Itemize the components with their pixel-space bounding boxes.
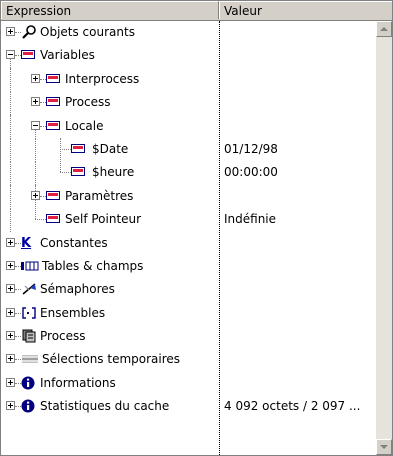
envelope-icon <box>46 189 62 203</box>
expand-icon[interactable] <box>6 331 15 341</box>
arrow-up-icon <box>380 27 388 31</box>
expand-icon[interactable] <box>31 97 40 107</box>
envelope-icon <box>21 48 37 62</box>
tree-item-process[interactable]: Process <box>1 91 375 116</box>
tree-item-label: Variables <box>40 48 95 63</box>
tree-item-value: 00:00:00 <box>224 165 278 180</box>
envelope-icon <box>46 95 62 109</box>
tree-item-label: Objets courants <box>40 25 135 39</box>
tree-item-label: Process <box>40 329 86 344</box>
tree-rows: Objets courants Variables Interprocess P… <box>1 21 375 419</box>
tree-item-label: $heure <box>92 165 135 180</box>
expand-icon[interactable] <box>6 377 15 387</box>
vertical-scrollbar[interactable] <box>376 21 392 455</box>
column-header: Expression Valeur <box>1 1 392 21</box>
tree-body: Objets courants Variables Interprocess P… <box>1 21 392 455</box>
tree-item-variables[interactable]: Variables <box>1 44 375 69</box>
expand-icon[interactable] <box>6 354 15 364</box>
tree-item-label: Sélections temporaires <box>42 352 181 367</box>
tree-item-label: Paramètres <box>65 188 134 203</box>
tree-item-value: 01/12/98 <box>224 141 278 156</box>
collapse-icon[interactable] <box>31 120 40 130</box>
arrow-down-icon <box>380 445 388 449</box>
envelope-icon <box>46 119 62 133</box>
header-expression[interactable]: Expression <box>1 1 219 19</box>
tree-item-label: Informations <box>40 375 116 390</box>
scroll-up-button[interactable] <box>376 21 392 37</box>
selection-list-icon <box>21 352 38 366</box>
envelope-icon <box>71 142 87 156</box>
tree-item-parametres[interactable]: Paramètres <box>1 184 375 209</box>
envelope-icon <box>46 212 62 226</box>
tree-item-objets-courants[interactable]: Objets courants <box>1 21 375 44</box>
tree-item-label: Process <box>65 95 111 110</box>
tree-item-selections[interactable]: Sélections temporaires <box>1 348 375 371</box>
tree-item-informations[interactable]: Informations <box>1 372 375 395</box>
semaphore-flag-icon <box>21 282 37 296</box>
tree-item-tables-champs[interactable]: Tables & champs <box>1 255 375 278</box>
tree-item-label: Sémaphores <box>40 282 115 297</box>
debugger-panel: Expression Valeur Objets courants Variab… <box>0 0 393 456</box>
expand-icon[interactable] <box>6 27 15 36</box>
header-value[interactable]: Valeur <box>219 1 392 19</box>
envelope-icon <box>71 165 87 179</box>
expand-icon[interactable] <box>6 284 15 294</box>
tree-item-constantes[interactable]: K Constantes <box>1 232 375 255</box>
constant-k-icon: K <box>21 235 32 251</box>
collapse-icon[interactable] <box>6 50 15 60</box>
scroll-down-button[interactable] <box>376 439 392 455</box>
info-icon <box>21 399 37 413</box>
expand-icon[interactable] <box>31 73 40 83</box>
tree-item-label: Tables & champs <box>42 258 144 273</box>
tree-item-locale[interactable]: Locale <box>1 114 375 139</box>
expand-icon[interactable] <box>6 237 15 247</box>
tree-item-label: Self Pointeur <box>65 212 142 227</box>
tree-item-process-root[interactable]: Process <box>1 325 375 348</box>
tree-item-semaphores[interactable]: Sémaphores <box>1 278 375 301</box>
tree-item-label: Ensembles <box>40 305 106 320</box>
magnifier-icon <box>21 25 37 39</box>
tree-item-value: 4 092 octets / 2 097 ... <box>224 399 361 414</box>
tree-item-interprocess[interactable]: Interprocess <box>1 67 375 92</box>
tree-item-self-pointeur[interactable]: Self Pointeur Indéfinie <box>1 208 375 233</box>
tree-item-label: $Date <box>92 141 129 156</box>
expand-icon[interactable] <box>6 260 15 270</box>
tree-item-label: Statistiques du cache <box>40 399 170 414</box>
tree-item-heure[interactable]: $heure 00:00:00 <box>1 161 375 186</box>
tree-item-label: Locale <box>65 118 104 133</box>
expand-icon[interactable] <box>6 401 15 411</box>
tree-item-stats-cache[interactable]: Statistiques du cache 4 092 octets / 2 0… <box>1 395 375 418</box>
tree-item-label: Constantes <box>40 235 108 250</box>
expand-icon[interactable] <box>31 190 40 200</box>
table-icon <box>21 259 39 273</box>
tree-item-date[interactable]: $Date 01/12/98 <box>1 137 375 162</box>
tree-item-label: Interprocess <box>65 71 140 86</box>
envelope-icon <box>46 72 62 86</box>
tree-item-ensembles[interactable]: Ensembles <box>1 302 375 325</box>
process-stack-icon <box>21 329 37 343</box>
info-icon <box>21 376 37 390</box>
expand-icon[interactable] <box>6 307 15 317</box>
set-brackets-icon <box>21 306 37 320</box>
tree-item-value: Indéfinie <box>224 212 277 227</box>
